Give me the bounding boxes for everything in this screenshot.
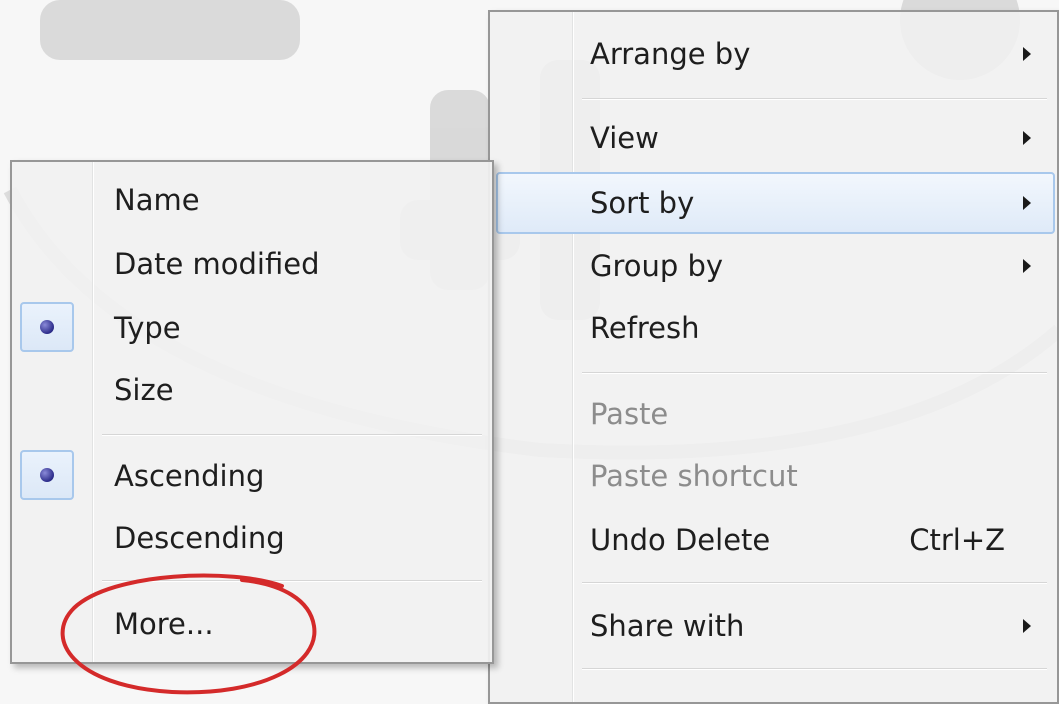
menu-item-label: Paste shortcut (590, 459, 798, 493)
sort-option-ascending[interactable]: Ascending (12, 446, 492, 506)
menu-separator (582, 582, 1047, 584)
sort-by-submenu: Name Date modified Type Size Ascending D… (10, 160, 494, 664)
menu-separator (102, 580, 482, 582)
sort-option-size[interactable]: Size (12, 360, 492, 420)
menu-item-shortcut: Ctrl+Z (909, 523, 1005, 557)
menu-item-paste: Paste (490, 384, 1057, 444)
radio-dot-icon (40, 320, 54, 334)
menu-item-undo-delete[interactable]: Undo Delete Ctrl+Z (490, 510, 1057, 570)
menu-item-label: View (590, 121, 659, 155)
menu-item-refresh[interactable]: Refresh (490, 298, 1057, 358)
submenu-arrow-icon (1023, 47, 1031, 61)
menu-item-arrange-by[interactable]: Arrange by (490, 24, 1057, 84)
radio-checked-indicator (20, 450, 74, 500)
menu-item-label: Descending (114, 521, 285, 555)
sort-option-more[interactable]: More... (12, 594, 492, 654)
submenu-arrow-icon (1023, 259, 1031, 273)
menu-separator (582, 668, 1047, 670)
sort-option-descending[interactable]: Descending (12, 508, 492, 568)
menu-item-group-by[interactable]: Group by (490, 236, 1057, 296)
menu-item-paste-shortcut: Paste shortcut (490, 446, 1057, 506)
menu-item-label: More... (114, 607, 214, 641)
context-menu: Arrange by View Sort by Group by Refresh… (488, 10, 1059, 704)
menu-item-share-with[interactable]: Share with (490, 596, 1057, 656)
menu-separator (582, 98, 1047, 100)
menu-item-label: Size (114, 373, 174, 407)
menu-item-label: Refresh (590, 311, 700, 345)
menu-item-label: Ascending (114, 459, 265, 493)
menu-item-sort-by[interactable]: Sort by (496, 172, 1055, 234)
submenu-arrow-icon (1023, 131, 1031, 145)
menu-item-label: Group by (590, 249, 724, 283)
menu-item-label: Arrange by (590, 37, 751, 71)
menu-separator (102, 434, 482, 436)
menu-item-view[interactable]: View (490, 108, 1057, 168)
sort-option-name[interactable]: Name (12, 170, 492, 230)
menu-separator (582, 372, 1047, 374)
menu-item-label: Paste (590, 397, 669, 431)
menu-item-label: Undo Delete (590, 523, 771, 557)
radio-dot-icon (40, 468, 54, 482)
menu-item-label: Name (114, 183, 200, 217)
menu-item-label: Share with (590, 609, 745, 643)
sort-option-type[interactable]: Type (12, 298, 492, 358)
menu-item-label: Date modified (114, 247, 320, 281)
radio-checked-indicator (20, 302, 74, 352)
submenu-arrow-icon (1023, 196, 1031, 210)
submenu-arrow-icon (1023, 619, 1031, 633)
menu-item-label: Type (114, 311, 181, 345)
menu-item-label: Sort by (590, 186, 695, 220)
sort-option-date-modified[interactable]: Date modified (12, 234, 492, 294)
